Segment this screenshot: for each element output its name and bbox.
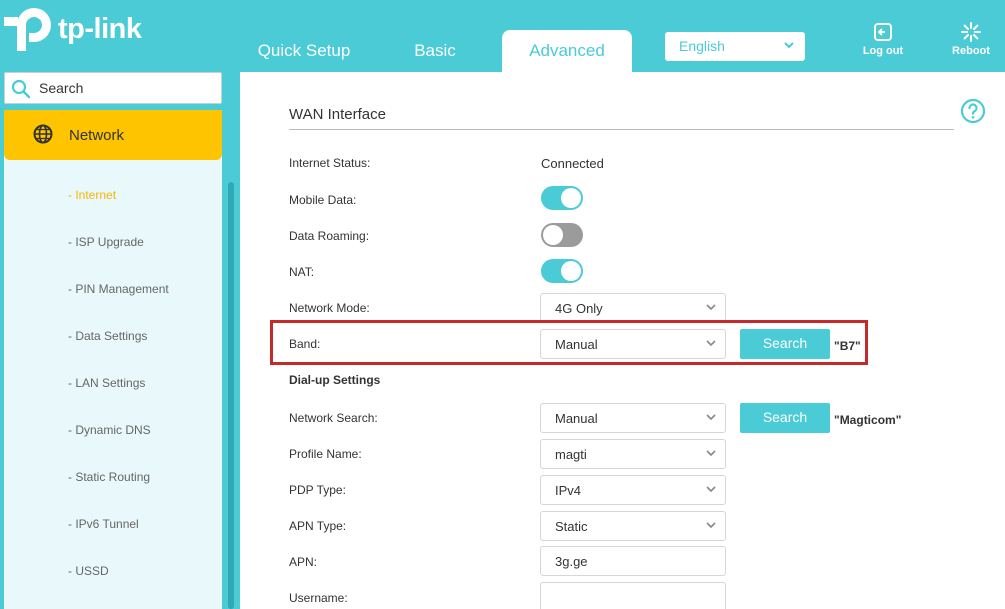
pdp-type-label: PDP Type: <box>289 483 346 497</box>
mobile-data-label: Mobile Data: <box>289 193 357 207</box>
apn-type-select[interactable]: Static <box>540 511 726 541</box>
sidebar-item-static-routing[interactable]: - Static Routing <box>68 470 150 484</box>
toggle-knob <box>561 188 581 208</box>
reboot-label: Reboot <box>952 45 990 57</box>
internet-status-value: Connected <box>541 156 604 171</box>
tab-quick-setup[interactable]: Quick Setup <box>244 30 364 72</box>
dialup-settings-heading: Dial-up Settings <box>289 373 381 387</box>
reboot-button[interactable]: Reboot <box>941 22 1001 57</box>
data-roaming-toggle[interactable] <box>541 223 583 247</box>
chevron-down-icon <box>706 486 716 493</box>
username-label: Username: <box>289 591 348 605</box>
network-search-label: Network Search: <box>289 411 378 425</box>
sidebar-item-pin-management[interactable]: - PIN Management <box>68 282 169 296</box>
sidebar-item-network-label: Network <box>69 127 125 144</box>
profile-name-value: magti <box>555 447 587 462</box>
logout-icon <box>874 23 892 41</box>
sidebar-menu: Network - Internet - ISP Upgrade - PIN M… <box>4 110 222 609</box>
help-icon[interactable] <box>960 98 986 124</box>
sidebar-item-data-settings[interactable]: - Data Settings <box>68 329 147 343</box>
username-input[interactable] <box>540 582 726 609</box>
network-search-value: Manual <box>555 411 598 426</box>
chevron-down-icon <box>706 414 716 421</box>
network-mode-value: 4G Only <box>555 301 603 316</box>
language-selected: English <box>679 38 725 54</box>
nat-label: NAT: <box>289 265 315 279</box>
chevron-down-icon <box>706 522 716 529</box>
network-search-annotation: "Magticom" <box>834 413 902 427</box>
sidebar-item-lan-settings[interactable]: - LAN Settings <box>68 376 145 390</box>
language-select[interactable]: English <box>665 32 805 61</box>
band-highlight-box <box>270 320 868 365</box>
tp-link-logo[interactable]: tp-link <box>4 4 142 54</box>
chevron-down-icon <box>706 450 716 457</box>
toggle-knob <box>561 261 581 281</box>
internet-status-label: Internet Status: <box>289 156 371 170</box>
top-header: tp-link Quick Setup Basic Advanced Engli… <box>0 0 1005 72</box>
apn-type-label: APN Type: <box>289 519 347 533</box>
sidebar-item-ussd[interactable]: - USSD <box>68 564 109 578</box>
chevron-down-icon <box>784 42 794 49</box>
globe-icon <box>33 124 53 144</box>
brand-name: tp-link <box>58 12 142 45</box>
mobile-data-toggle[interactable] <box>541 186 583 210</box>
nat-toggle[interactable] <box>541 259 583 283</box>
apn-input[interactable]: 3g.ge <box>540 546 726 576</box>
profile-name-select[interactable]: magti <box>540 439 726 469</box>
sidebar: Network - Internet - ISP Upgrade - PIN M… <box>0 72 240 609</box>
data-roaming-label: Data Roaming: <box>289 229 370 243</box>
logout-label: Log out <box>862 45 904 57</box>
sidebar-scrollbar[interactable] <box>228 182 234 609</box>
search-input[interactable] <box>39 73 214 103</box>
tab-advanced[interactable]: Advanced <box>502 30 632 72</box>
reboot-icon <box>961 22 981 42</box>
toggle-knob <box>543 225 563 245</box>
network-mode-select[interactable]: 4G Only <box>540 293 726 323</box>
search-icon <box>11 79 31 99</box>
network-search-button[interactable]: Search <box>740 403 830 433</box>
title-divider <box>289 129 954 130</box>
tab-basic[interactable]: Basic <box>395 30 475 72</box>
sidebar-item-dynamic-dns[interactable]: - Dynamic DNS <box>68 423 151 437</box>
network-search-select[interactable]: Manual <box>540 403 726 433</box>
sidebar-item-internet[interactable]: - Internet <box>68 188 116 202</box>
pdp-type-select[interactable]: IPv4 <box>540 475 726 505</box>
sidebar-item-ipv6-tunnel[interactable]: - IPv6 Tunnel <box>68 517 139 531</box>
logout-button[interactable]: Log out <box>853 22 913 57</box>
pdp-type-value: IPv4 <box>555 483 582 498</box>
page-title: WAN Interface <box>289 106 386 123</box>
network-mode-label: Network Mode: <box>289 301 370 315</box>
apn-type-value: Static <box>555 519 588 534</box>
sidebar-item-network[interactable]: Network <box>4 110 222 160</box>
profile-name-label: Profile Name: <box>289 447 362 461</box>
apn-label: APN: <box>289 555 318 569</box>
sidebar-search[interactable] <box>4 72 222 104</box>
sidebar-item-isp-upgrade[interactable]: - ISP Upgrade <box>68 235 144 249</box>
chevron-down-icon <box>706 304 716 311</box>
tp-link-logo-icon <box>4 8 51 51</box>
